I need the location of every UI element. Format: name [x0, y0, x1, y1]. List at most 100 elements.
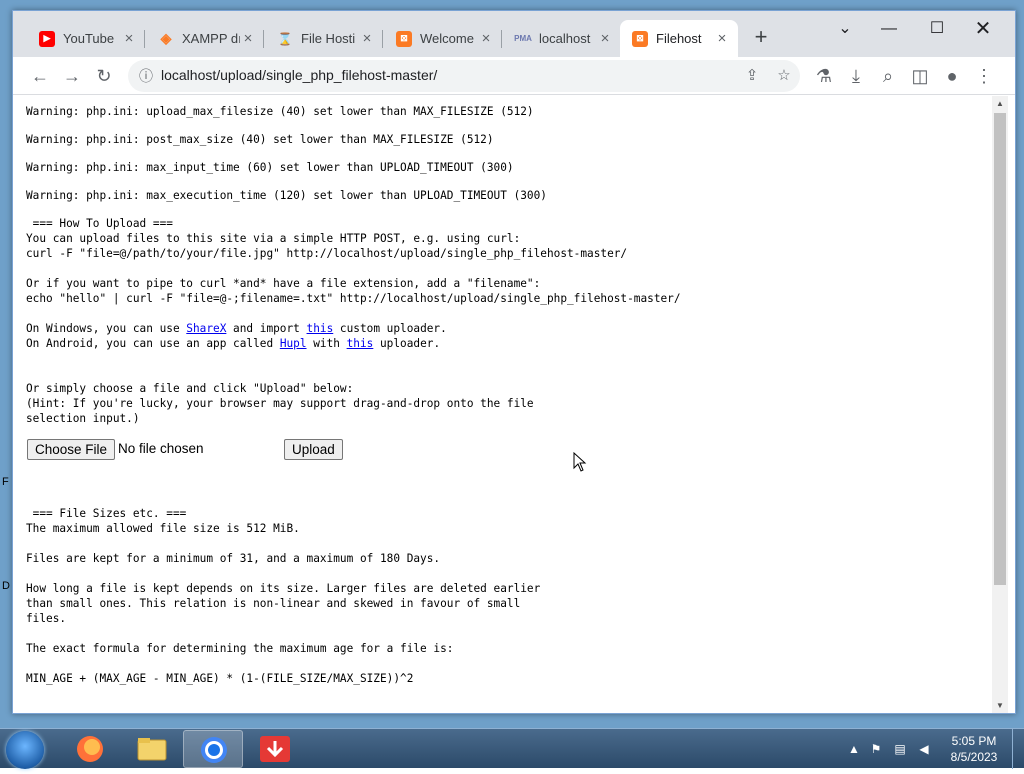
windows-line: On Windows, you can use ShareX and impor… — [26, 321, 447, 336]
show-hidden-icons-icon[interactable]: ▲ — [846, 741, 862, 757]
hint-text: selection input.) — [26, 412, 140, 425]
info-icon[interactable]: ⓘ — [136, 66, 156, 86]
vertical-scrollbar[interactable]: ▲ ▼ — [992, 96, 1008, 713]
address-bar[interactable]: ⓘ localhost/upload/single_php_filehost-m… — [128, 60, 800, 92]
how-long-text: than small ones. This relation is non-li… — [26, 597, 521, 610]
warning-line: Warning: php.ini: max_execution_time (12… — [26, 189, 547, 202]
chrome-icon — [201, 737, 227, 763]
clock-time: 5:05 PM — [951, 734, 997, 748]
howto-text: You can upload files to this site via a … — [26, 232, 521, 245]
android-text: with — [306, 337, 347, 350]
upload-button[interactable]: Upload — [284, 439, 343, 460]
folder-icon — [137, 738, 167, 761]
new-tab-button[interactable]: + — [749, 26, 773, 50]
warning-line: Warning: php.ini: max_input_time (60) se… — [26, 161, 514, 174]
bookmark-star-icon[interactable]: ☆ — [773, 65, 795, 87]
tab-welcome[interactable]: ⊠ Welcome × — [384, 20, 502, 57]
windows-text: and import — [226, 322, 307, 335]
sizes-heading: === File Sizes etc. === — [26, 507, 187, 520]
max-size-text: The maximum allowed file size is 512 MiB… — [26, 522, 300, 535]
close-icon[interactable]: × — [359, 30, 375, 47]
tab-separator — [501, 30, 502, 48]
side-panel-icon[interactable]: ◫ — [906, 62, 934, 90]
tab-localhost-phpmyadmin[interactable]: PMA localhost × — [503, 20, 621, 57]
hupl-link[interactable]: Hupl — [280, 337, 307, 350]
tab-strip: ▶ YouTube × ◈ XAMPP dı × ⌛ File Hosti × … — [13, 11, 1015, 57]
tab-title: XAMPP dı — [182, 31, 240, 46]
desktop-edge-text: F — [2, 476, 9, 488]
hint-text: (Hint: If you're lucky, your browser may… — [26, 397, 534, 410]
clock-date: 8/5/2023 — [950, 750, 998, 764]
tab-search-chevron-icon[interactable]: ⌄ — [825, 15, 865, 43]
close-window-button[interactable]: ✕ — [963, 15, 1003, 43]
sharex-link[interactable]: ShareX — [186, 322, 226, 335]
download-icon[interactable]: ⤓ — [842, 62, 870, 90]
close-icon[interactable]: × — [597, 30, 613, 47]
tab-separator — [263, 30, 264, 48]
mouse-cursor-icon — [573, 452, 587, 472]
scroll-down-arrow-icon[interactable]: ▼ — [992, 699, 1008, 713]
clock[interactable]: 5:05 PM 8/5/2023 — [948, 733, 1000, 765]
android-text: On Android, you can use an app called — [26, 337, 280, 350]
formula-intro: The exact formula for determining the ma… — [26, 642, 454, 655]
android-text: uploader. — [373, 337, 441, 350]
hupl-config-link[interactable]: this — [347, 337, 374, 350]
xampp-icon: ⊠ — [632, 30, 648, 47]
choose-text: Or simply choose a file and click "Uploa… — [26, 382, 354, 395]
back-arrow-icon[interactable]: ← — [26, 62, 54, 90]
scrollbar-thumb[interactable] — [994, 113, 1006, 585]
chrome-taskbar-button[interactable] — [183, 730, 243, 768]
reload-icon[interactable]: ↻ — [90, 62, 118, 90]
tab-filehost[interactable]: ⊠ Filehost × — [620, 20, 738, 57]
share-icon[interactable]: ⇪ — [741, 65, 763, 87]
forward-arrow-icon[interactable]: → — [58, 62, 86, 90]
network-icon[interactable]: ▤ — [892, 741, 908, 757]
search-icon[interactable]: ⌕ — [874, 62, 902, 90]
close-icon[interactable]: × — [478, 30, 494, 47]
close-icon[interactable]: × — [121, 30, 137, 47]
tab-xampp-dashboard[interactable]: ◈ XAMPP dı × — [146, 20, 264, 57]
browser-toolbar: ← → ↻ ⓘ localhost/upload/single_php_file… — [13, 57, 1015, 95]
maximize-button[interactable]: ☐ — [917, 15, 957, 43]
firefox-icon — [77, 736, 103, 762]
extension-icon[interactable]: ⚗ — [810, 62, 838, 90]
xampp-icon: ⊠ — [396, 30, 412, 47]
curl-example: curl -F "file=@/path/to/your/file.jpg" h… — [26, 247, 628, 260]
volume-muted-icon[interactable]: ◀ — [916, 741, 932, 757]
start-button[interactable] — [6, 731, 44, 769]
phpmyadmin-icon: PMA — [514, 34, 532, 43]
choose-file-button[interactable]: Choose File — [27, 439, 116, 460]
menu-kebab-icon[interactable]: ⋮ — [970, 62, 998, 90]
minimize-button[interactable]: — — [869, 15, 909, 43]
scroll-up-arrow-icon[interactable]: ▲ — [992, 97, 1008, 111]
how-long-text: files. — [26, 612, 67, 625]
profile-avatar-icon[interactable]: ● — [938, 62, 966, 90]
tab-title: Welcome — [420, 31, 474, 46]
howto-heading: === How To Upload === — [26, 217, 173, 230]
firefox-taskbar-button[interactable] — [60, 730, 120, 768]
close-icon[interactable]: × — [714, 30, 730, 47]
windows-text: custom uploader. — [333, 322, 447, 335]
sharex-config-link[interactable]: this — [307, 322, 334, 335]
tab-title: File Hosti — [301, 31, 356, 46]
tab-file-hosting[interactable]: ⌛ File Hosti × — [265, 20, 383, 57]
file-icon: ⌛ — [277, 31, 293, 46]
download-manager-taskbar-button[interactable] — [245, 730, 305, 768]
no-file-label: No file chosen — [118, 441, 204, 456]
tab-separator — [144, 30, 145, 48]
desktop-edge-text: D — [2, 580, 10, 592]
android-line: On Android, you can use an app called Hu… — [26, 336, 440, 351]
close-icon[interactable]: × — [240, 30, 256, 47]
pipe-text: Or if you want to pipe to curl *and* hav… — [26, 277, 541, 290]
windows-text: On Windows, you can use — [26, 322, 187, 335]
show-desktop-button[interactable] — [1012, 729, 1024, 769]
pipe-example: echo "hello" | curl -F "file=@-;filename… — [26, 292, 681, 305]
tab-youtube[interactable]: ▶ YouTube × — [27, 20, 145, 57]
tab-title: YouTube — [63, 31, 115, 46]
action-center-flag-icon[interactable]: ⚑ — [868, 741, 884, 757]
explorer-taskbar-button[interactable] — [122, 730, 182, 768]
browser-window: ▶ YouTube × ◈ XAMPP dı × ⌛ File Hosti × … — [12, 10, 1016, 714]
download-arrow-icon — [260, 736, 290, 762]
url-text[interactable]: localhost/upload/single_php_filehost-mas… — [161, 67, 437, 83]
formula-text: MIN_AGE + (MAX_AGE - MIN_AGE) * (1-(FILE… — [26, 672, 414, 685]
